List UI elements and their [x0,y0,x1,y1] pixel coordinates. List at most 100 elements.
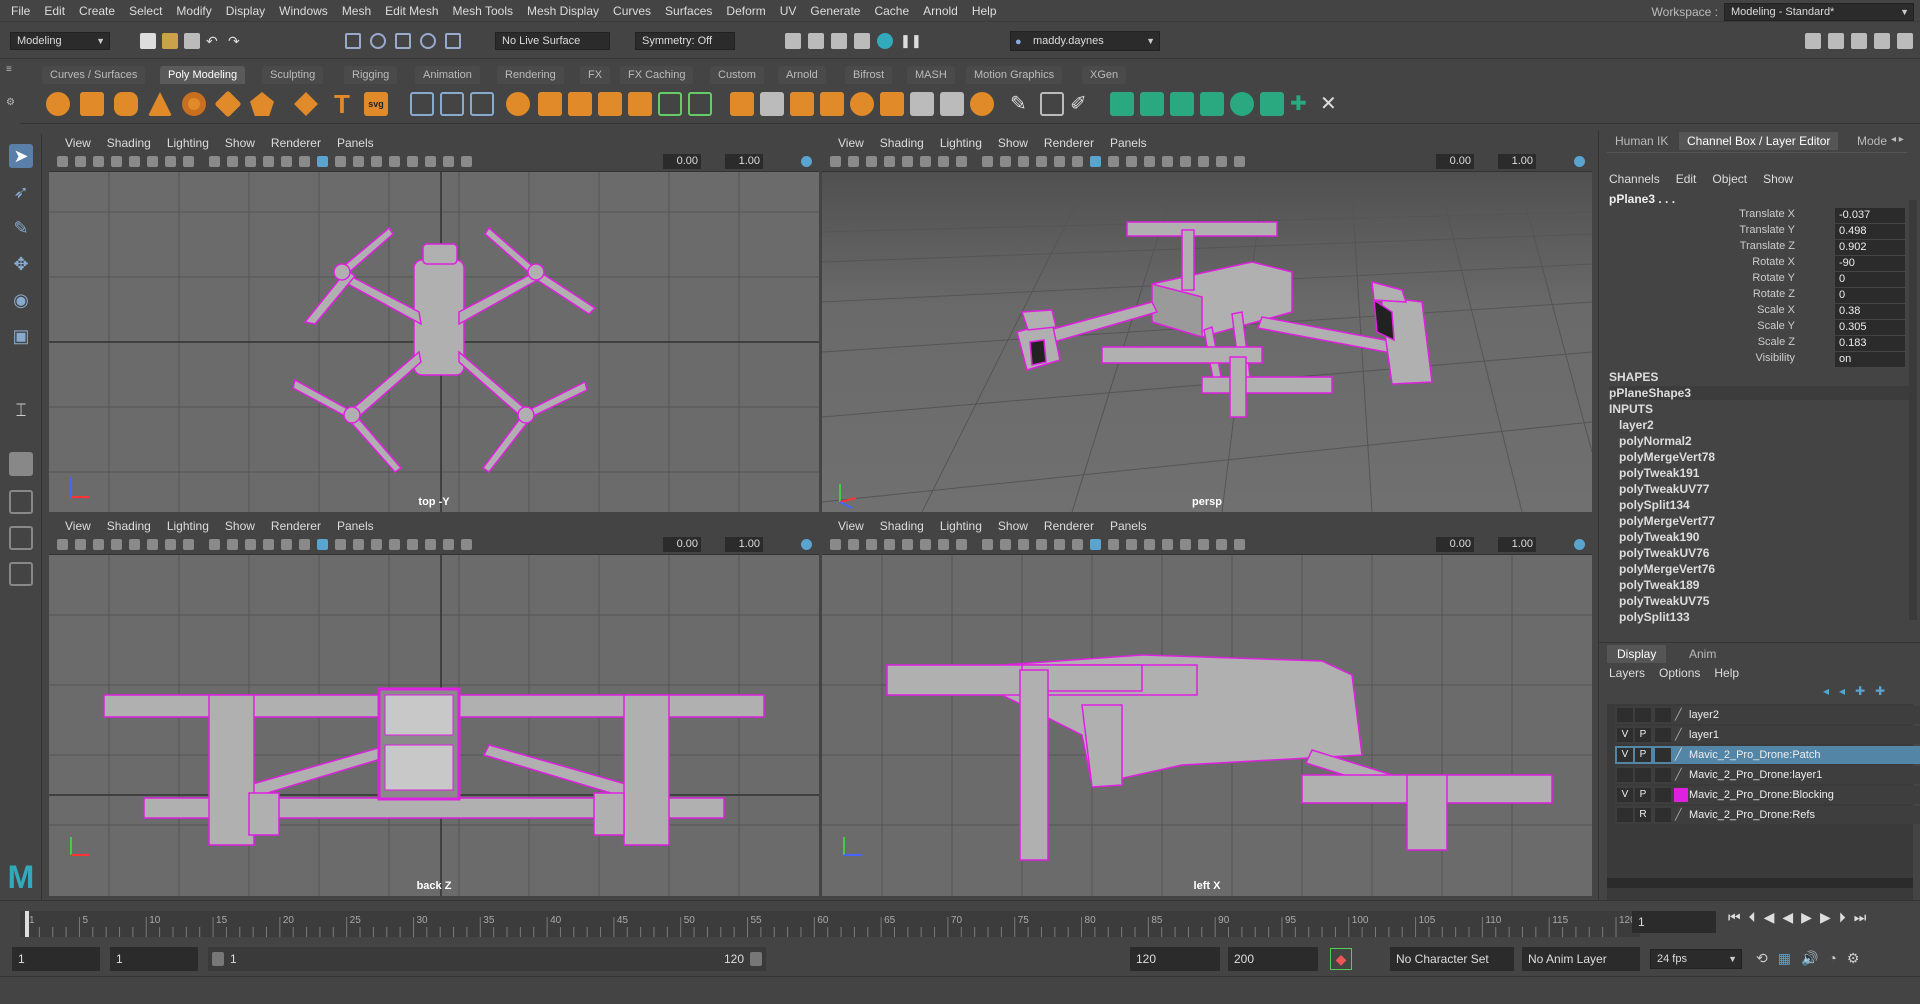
shelf-tab-sculpting[interactable]: Sculpting [262,66,324,84]
gamma-icon[interactable] [1234,156,1245,167]
poly-cone-icon[interactable] [148,92,172,116]
last-tool-icon[interactable]: ⌶ [9,398,33,422]
save-scene-icon[interactable] [184,33,200,49]
color-management-icon[interactable] [801,539,812,550]
image-plane-icon[interactable] [111,539,122,550]
channel-value[interactable]: 0 [1835,272,1905,287]
channel-scale-x[interactable]: Scale X 0.38 [1599,304,1915,320]
tab-channel-box[interactable]: Channel Box / Layer Editor [1679,132,1839,150]
gamma-field[interactable]: 1.00 [1498,154,1536,169]
textured-icon[interactable] [1036,156,1047,167]
color-management-icon[interactable] [801,156,812,167]
panel-menu-panels[interactable]: Panels [1102,519,1155,533]
exposure-field[interactable]: 0.00 [663,537,701,552]
uv-editor-icon[interactable] [1260,92,1284,116]
depth-of-field-icon[interactable] [1180,539,1191,550]
layer-playback-toggle[interactable]: P [1635,748,1651,762]
rotate-tool-icon[interactable]: ◉ [9,288,33,312]
input-node[interactable]: polyMergeVert77 [1619,514,1715,528]
xray-joints-icon[interactable] [353,156,364,167]
uv-sew-icon[interactable]: ✚ [1290,92,1314,116]
current-frame-field[interactable]: 1 [1632,911,1716,933]
go-to-start-icon[interactable]: ⏮ [1728,909,1741,926]
input-node[interactable]: polyTweak189 [1619,578,1699,592]
bookmark-icon[interactable] [93,539,104,550]
channel-value[interactable]: 0.902 [1835,240,1905,255]
menu-cache[interactable]: Cache [867,0,916,22]
object-name[interactable]: pPlane3 . . . [1609,192,1675,206]
modeling-toolkit-icon[interactable] [1805,33,1821,49]
move-layer-down-icon[interactable]: ◂ [1839,684,1845,698]
smooth-shade-icon[interactable] [1000,539,1011,550]
film-gate-icon[interactable] [938,539,949,550]
panel-menu-view[interactable]: View [830,519,872,533]
redo-icon[interactable]: ↷ [228,33,244,49]
menu-modify[interactable]: Modify [169,0,218,22]
channel-box-icon[interactable] [1874,33,1890,49]
panel-menu-lighting[interactable]: Lighting [159,136,217,150]
render-view-icon[interactable] [877,33,893,49]
xray-joints-icon[interactable] [353,539,364,550]
shelf-tab-poly-modeling[interactable]: Poly Modeling [160,66,246,84]
input-node[interactable]: polySplit134 [1619,498,1690,512]
wireframe-on-shaded-icon[interactable] [245,156,256,167]
layer-visibility-toggle[interactable]: V [1617,748,1633,762]
gamma-icon[interactable] [461,539,472,550]
isolate-select-icon[interactable] [1090,539,1101,550]
channel-menu-edit[interactable]: Edit [1676,172,1697,186]
menu-mesh[interactable]: Mesh [335,0,378,22]
delete-history-icon[interactable]: ✕ [1320,92,1344,116]
hud-icon[interactable] [443,539,454,550]
antialiasing-icon[interactable] [389,156,400,167]
panel-menu-shading[interactable]: Shading [872,519,932,533]
gamma-field[interactable]: 1.00 [1498,537,1536,552]
offset-edge-loop-icon[interactable] [790,92,814,116]
shelf-tab-mash[interactable]: MASH [907,66,955,84]
hud-icon[interactable] [1216,156,1227,167]
outliner-layout-icon[interactable] [9,562,33,586]
new-layer-icon[interactable]: ✚ [1855,684,1865,698]
channel-rotate-z[interactable]: Rotate Z 0 [1599,288,1915,304]
uv-spherical-icon[interactable] [1170,92,1194,116]
menu-windows[interactable]: Windows [272,0,335,22]
smooth-icon[interactable] [470,92,494,116]
depth-of-field-icon[interactable] [407,156,418,167]
menu-help[interactable]: Help [965,0,1004,22]
lights-icon[interactable] [1054,156,1065,167]
bevel-icon[interactable] [730,92,754,116]
grease-pencil-icon[interactable] [902,156,913,167]
layer-playback-toggle[interactable] [1635,768,1651,782]
poly-disc-icon[interactable] [250,92,274,116]
channel-translate-x[interactable]: Translate X -0.037 [1599,208,1915,224]
layer-menu-layers[interactable]: Layers [1609,666,1645,680]
append-polygon-icon[interactable] [598,92,622,116]
panel-menu-lighting[interactable]: Lighting [159,519,217,533]
wireframe-icon[interactable] [209,539,220,550]
symmetry-field[interactable]: Symmetry: Off [635,32,735,50]
multi-cut-icon[interactable] [658,92,682,116]
play-forwards-icon[interactable]: ▶ [1801,909,1812,926]
input-node[interactable]: polySplit133 [1619,610,1690,624]
xray-icon[interactable] [335,156,346,167]
layer-name[interactable]: Mavic_2_Pro_Drone:Blocking [1689,789,1834,801]
poke-icon[interactable] [820,92,844,116]
smooth-shade-icon[interactable] [227,156,238,167]
cache-playback-icon[interactable]: ▦ [1778,950,1791,967]
grease-pencil-icon[interactable] [129,156,140,167]
textured-icon[interactable] [263,539,274,550]
animation-end-field[interactable]: 200 [1228,947,1318,971]
shelf-tab-arnold[interactable]: Arnold [778,66,826,84]
menu-deform[interactable]: Deform [719,0,772,22]
wireframe-icon[interactable] [982,539,993,550]
channel-visibility[interactable]: Visibility on [1599,352,1915,368]
menu-generate[interactable]: Generate [803,0,867,22]
xray-icon[interactable] [335,539,346,550]
pause-icon[interactable]: ❚❚ [900,33,922,49]
character-set-dropdown[interactable]: ▼No Character Set [1390,947,1514,971]
textured-icon[interactable] [263,156,274,167]
isolate-select-icon[interactable] [317,539,328,550]
four-view-layout-icon[interactable] [9,490,33,514]
insert-edge-loop-icon[interactable] [760,92,784,116]
channel-translate-y[interactable]: Translate Y 0.498 [1599,224,1915,240]
single-perspective-view-icon[interactable] [9,452,33,476]
